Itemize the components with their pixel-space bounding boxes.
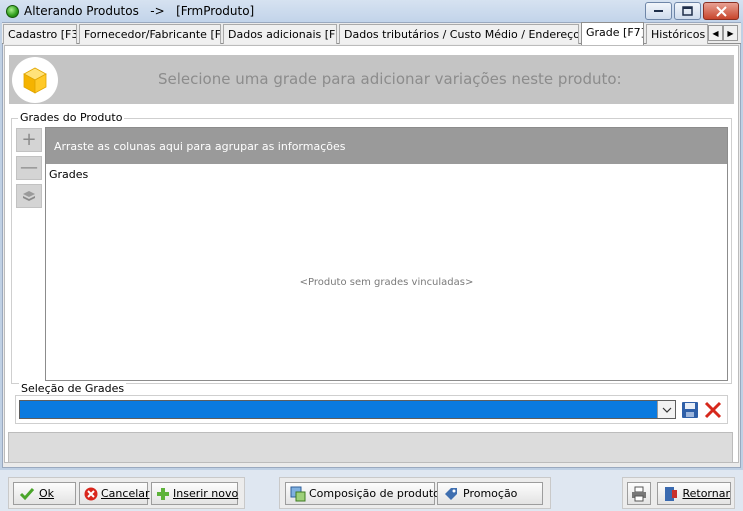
group-by-area[interactable]: Arraste as colunas aqui para agrupar as … [46,128,727,164]
promocao-button[interactable]: Promoção [437,482,543,505]
tab-label: Cadastro [F3] [8,28,77,41]
retornar-label: Retornar [682,487,730,500]
composition-icon [290,486,306,502]
plus-green-icon [156,486,170,502]
minimize-icon [653,10,663,12]
tab-dados-tributarios[interactable]: Dados tributários / Custo Médio / Endere… [339,24,579,44]
tab-fornecedor[interactable]: Fornecedor/Fabricante [F4] [79,24,221,44]
save-grade-button[interactable] [679,399,700,420]
ok-button[interactable]: Ok [13,482,76,505]
column-header-grades[interactable]: Grades [49,168,88,181]
grades-produto-label: Grades do Produto [18,111,125,124]
remove-grade-button[interactable]: — [16,156,42,180]
banner-text: Selecione uma grade para adicionar varia… [158,70,622,88]
cancelar-button[interactable]: Cancelar [79,482,150,505]
chevron-down-icon[interactable] [657,401,675,418]
printer-icon [630,486,647,502]
grades-grid[interactable]: Arraste as colunas aqui para agrupar as … [45,127,728,381]
tab-label: Históricos [F [651,28,707,41]
app-icon [6,5,19,18]
grade-layers-button[interactable] [16,184,42,208]
tab-label: Fornecedor/Fabricante [F4] [84,28,221,41]
minus-icon: — [20,157,38,178]
arrow-left-icon: ◀ [712,28,719,38]
tab-cadastro[interactable]: Cadastro [F3] [3,24,77,44]
empty-grid-text: <Produto sem grades vinculadas> [299,277,474,288]
tab-scroll-left-button[interactable]: ◀ [708,25,723,41]
composicao-produto-button[interactable]: Composição de produto [285,482,440,505]
add-grade-button[interactable]: + [16,128,42,152]
tab-scroll-right-button[interactable]: ▶ [723,25,738,41]
inserir-novo-button[interactable]: Inserir novo [151,482,238,505]
window-title: Alterando Produtos -> [FrmProduto] [24,4,255,18]
delete-grade-button[interactable] [702,399,723,420]
tab-historicos[interactable]: Históricos [F [646,24,708,44]
restore-icon [682,6,693,16]
tab-label: Grade [F7] [586,26,644,39]
promocao-label: Promoção [463,487,518,500]
close-icon [715,5,727,17]
ok-label: Ok [39,487,55,500]
tab-grade[interactable]: Grade [F7] [581,22,644,45]
tab-label: Dados adicionais [F5] [228,28,337,41]
grade-select[interactable] [19,400,676,419]
maximize-button[interactable] [674,2,701,20]
tab-dados-adicionais[interactable]: Dados adicionais [F5] [223,24,337,44]
tag-icon [442,486,460,502]
close-button[interactable] [703,2,739,20]
composicao-label: Composição de produto [309,487,440,500]
arrow-right-icon: ▶ [727,28,734,38]
print-button[interactable] [627,482,651,505]
layers-icon [23,191,35,201]
floppy-disk-icon [681,401,698,418]
status-bar [8,432,733,463]
cancelar-label: Cancelar [101,487,150,500]
red-x-icon [704,401,721,418]
tab-label: Dados tributários / Custo Médio / Endere… [344,28,578,41]
retornar-button[interactable]: Retornar [657,482,731,505]
title-bar: Alterando Produtos -> [FrmProduto] [0,0,743,23]
minimize-button[interactable] [645,2,672,20]
selecao-grades-label: Seleção de Grades [19,382,127,395]
checkmark-icon [18,486,36,502]
cancel-icon [84,486,98,502]
inserir-novo-label: Inserir novo [173,487,239,500]
tab-strip: Cadastro [F3] Fornecedor/Fabricante [F4]… [2,22,741,45]
exit-door-icon [662,486,679,502]
product-cube-icon [12,57,58,103]
plus-icon: + [21,129,37,150]
